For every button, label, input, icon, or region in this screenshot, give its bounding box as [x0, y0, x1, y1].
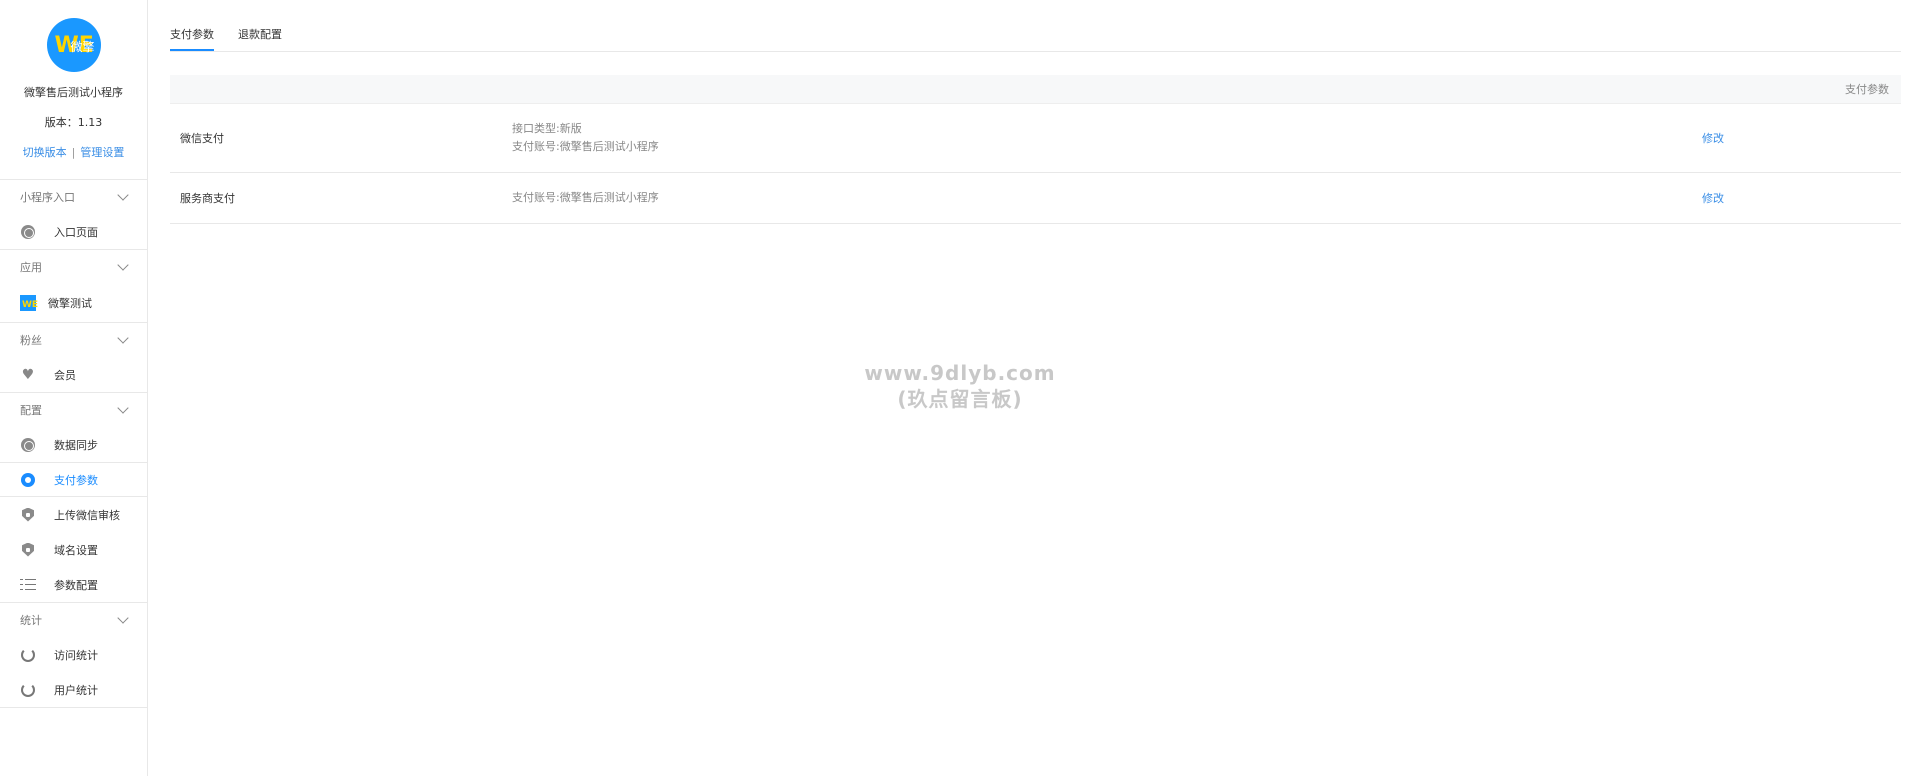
- link-icon: [20, 437, 36, 453]
- sidebar-item-label: 微擎测试: [48, 297, 92, 310]
- app-name: 微擎售后测试小程序: [24, 86, 123, 99]
- table-header-label: 支付参数: [1845, 83, 1889, 96]
- nav-group-title: 小程序入口: [20, 191, 75, 204]
- list-icon: [20, 577, 36, 593]
- heart-icon: ♥: [21, 366, 35, 383]
- sidebar-item-upload-review[interactable]: 上传微信审核: [0, 497, 147, 532]
- sidebar-item-domain-settings[interactable]: 域名设置: [0, 532, 147, 567]
- chevron-down-icon: [117, 402, 129, 414]
- sidebar-item-members[interactable]: ♥ 会员: [0, 357, 147, 392]
- sidebar-item-label: 访问统计: [54, 648, 98, 662]
- watermark: www.9dlyb.com (玖点留言板): [860, 360, 1060, 412]
- sidebar-item-label: 用户统计: [54, 683, 98, 697]
- table-row: 服务商支付 支付账号:微擎售后测试小程序 修改: [170, 173, 1901, 224]
- nav-group-title: 配置: [20, 404, 42, 417]
- table-row: 微信支付 接口类型:新版 支付账号:微擎售后测试小程序 修改: [170, 104, 1901, 173]
- rotate-icon: [20, 682, 36, 698]
- payment-name: 微信支付: [180, 132, 224, 145]
- brand-panel: WE 微擎 微擎售后测试小程序 版本：1.13 切换版本 | 管理设置: [0, 18, 147, 180]
- rotate-icon: [20, 647, 36, 663]
- sidebar-item-label: 会员: [54, 368, 76, 382]
- watermark-line: www.9dlyb.com: [864, 361, 1056, 385]
- sidebar: WE 微擎 微擎售后测试小程序 版本：1.13 切换版本 | 管理设置 小程序入口 …: [0, 0, 148, 776]
- logo-cn-text: 微擎: [70, 40, 95, 54]
- chevron-down-icon: [117, 189, 129, 201]
- payment-info-line: 支付账号:微擎售后测试小程序: [512, 140, 659, 153]
- shield-icon: [20, 542, 36, 558]
- chevron-down-icon: [117, 259, 129, 271]
- sidebar-item-param-config[interactable]: 参数配置: [0, 567, 147, 602]
- nav-group-entry: 小程序入口 入口页面: [0, 180, 147, 250]
- payment-info: 支付账号:微擎售后测试小程序: [512, 189, 1702, 207]
- sidebar-item-visit-stats[interactable]: 访问统计: [0, 637, 147, 672]
- sidebar-item-label: 数据同步: [54, 438, 98, 452]
- watermark-line: (玖点留言板): [897, 387, 1023, 411]
- shield-icon: [20, 507, 36, 523]
- payment-info-line: 支付账号:微擎售后测试小程序: [512, 191, 659, 204]
- sidebar-item-label: 入口页面: [54, 225, 98, 239]
- nav-group-header[interactable]: 小程序入口: [0, 180, 147, 214]
- table-header: 支付参数: [170, 75, 1901, 104]
- nav-group-header[interactable]: 应用: [0, 250, 147, 284]
- sidebar-item-label: 参数配置: [54, 578, 98, 592]
- nav-group-header[interactable]: 配置: [0, 393, 147, 427]
- nav-group-title: 统计: [20, 614, 42, 627]
- manage-settings-link[interactable]: 管理设置: [80, 146, 124, 159]
- payment-info-line: 接口类型:新版: [512, 122, 582, 135]
- tab-refund-config[interactable]: 退款配置: [238, 26, 282, 42]
- nav-group-title: 粉丝: [20, 334, 42, 347]
- chevron-down-icon: [117, 612, 129, 624]
- tab-payment-params[interactable]: 支付参数: [170, 26, 214, 42]
- nav-group-stats: 统计 访问统计 用户统计: [0, 603, 147, 708]
- sidebar-item-payment-params[interactable]: 支付参数: [0, 462, 147, 497]
- link-separator: |: [71, 146, 76, 159]
- tab-bar: 支付参数 退款配置: [170, 18, 1901, 52]
- edit-link[interactable]: 修改: [1702, 190, 1901, 206]
- nav-group-header[interactable]: 统计: [0, 603, 147, 637]
- sidebar-item-label: 支付参数: [54, 473, 98, 487]
- sidebar-item-label: 域名设置: [54, 543, 98, 557]
- app-version: 版本：1.13: [44, 116, 103, 129]
- nav-group-fans: 粉丝 ♥ 会员: [0, 323, 147, 393]
- app-logo: WE 微擎: [46, 18, 101, 72]
- active-tab-indicator: [170, 49, 214, 51]
- sidebar-item-data-sync[interactable]: 数据同步: [0, 427, 147, 462]
- payment-info: 接口类型:新版 支付账号:微擎售后测试小程序: [512, 120, 1702, 156]
- app-logo-icon: [20, 295, 38, 311]
- chevron-down-icon: [117, 332, 129, 344]
- sidebar-item-entry-page[interactable]: 入口页面: [0, 214, 147, 249]
- gear-icon: [20, 472, 36, 488]
- sidebar-item-test-app[interactable]: 微擎测试: [0, 284, 147, 322]
- link-icon: [20, 224, 36, 240]
- switch-version-link[interactable]: 切换版本: [23, 146, 67, 159]
- nav-group-config: 配置 数据同步 支付参数 上传微信审核 域名设置 参数配置: [0, 393, 147, 603]
- nav-group-header[interactable]: 粉丝: [0, 323, 147, 357]
- nav-group-title: 应用: [20, 261, 42, 274]
- nav-group-apps: 应用 微擎测试: [0, 250, 147, 323]
- sidebar-item-label: 上传微信审核: [54, 508, 120, 522]
- payment-table: 支付参数 微信支付 接口类型:新版 支付账号:微擎售后测试小程序 修改 服务商支…: [170, 75, 1901, 224]
- brand-links: 切换版本 | 管理设置: [0, 144, 147, 160]
- payment-name: 服务商支付: [180, 192, 235, 205]
- edit-link[interactable]: 修改: [1702, 130, 1901, 146]
- sidebar-item-user-stats[interactable]: 用户统计: [0, 672, 147, 707]
